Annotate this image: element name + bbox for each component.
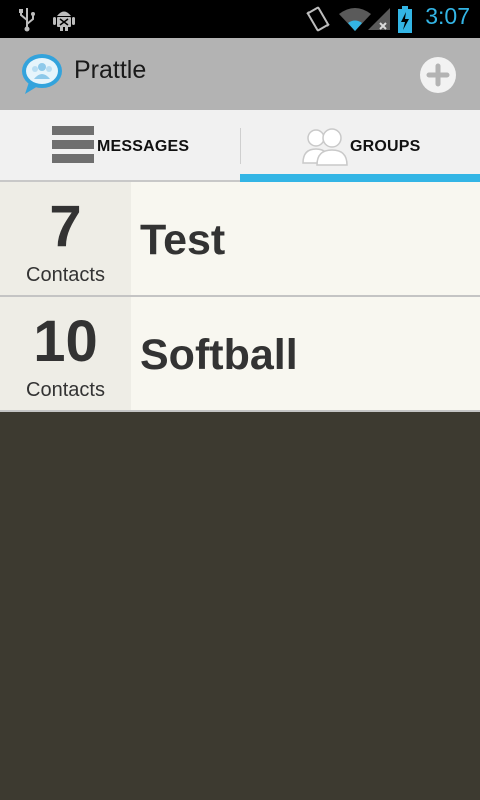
contact-count-label: Contacts xyxy=(26,379,105,401)
tab-groups-label: GROUPS xyxy=(350,138,421,155)
action-bar: Prattle xyxy=(0,38,480,110)
contact-count-cell: 10 Contacts xyxy=(0,297,131,410)
android-debug-icon xyxy=(52,6,76,36)
battery-charging-icon xyxy=(397,6,413,38)
tab-messages-label: MESSAGES xyxy=(97,138,190,155)
group-list: 7 Contacts Test 10 Contacts Softball xyxy=(0,182,480,412)
tab-messages[interactable]: MESSAGES xyxy=(0,110,240,182)
group-name: Softball xyxy=(140,331,298,379)
clock-time: 3:07 xyxy=(425,3,470,29)
tab-selected-indicator xyxy=(240,174,480,182)
contact-count-label: Contacts xyxy=(26,264,105,286)
contact-count: 10 xyxy=(33,309,98,374)
wifi-icon xyxy=(338,6,372,36)
status-bar: 3:07 xyxy=(0,0,480,38)
list-icon xyxy=(52,126,94,170)
signal-icon xyxy=(368,6,392,36)
add-group-button[interactable] xyxy=(420,57,456,93)
group-name: Test xyxy=(140,216,226,264)
list-item[interactable]: 7 Contacts Test xyxy=(0,182,480,297)
add-icon xyxy=(426,63,450,87)
tab-bar: MESSAGES GROUPS xyxy=(0,110,480,182)
prattle-logo-icon xyxy=(20,52,66,100)
contact-count: 7 xyxy=(49,194,82,259)
app-title: Prattle xyxy=(74,56,147,84)
list-item[interactable]: 10 Contacts Softball xyxy=(0,297,480,412)
vibrate-icon xyxy=(305,6,331,36)
tab-groups[interactable]: GROUPS xyxy=(240,110,480,182)
people-icon xyxy=(302,125,348,171)
usb-icon xyxy=(16,6,38,36)
contact-count-cell: 7 Contacts xyxy=(0,182,131,295)
